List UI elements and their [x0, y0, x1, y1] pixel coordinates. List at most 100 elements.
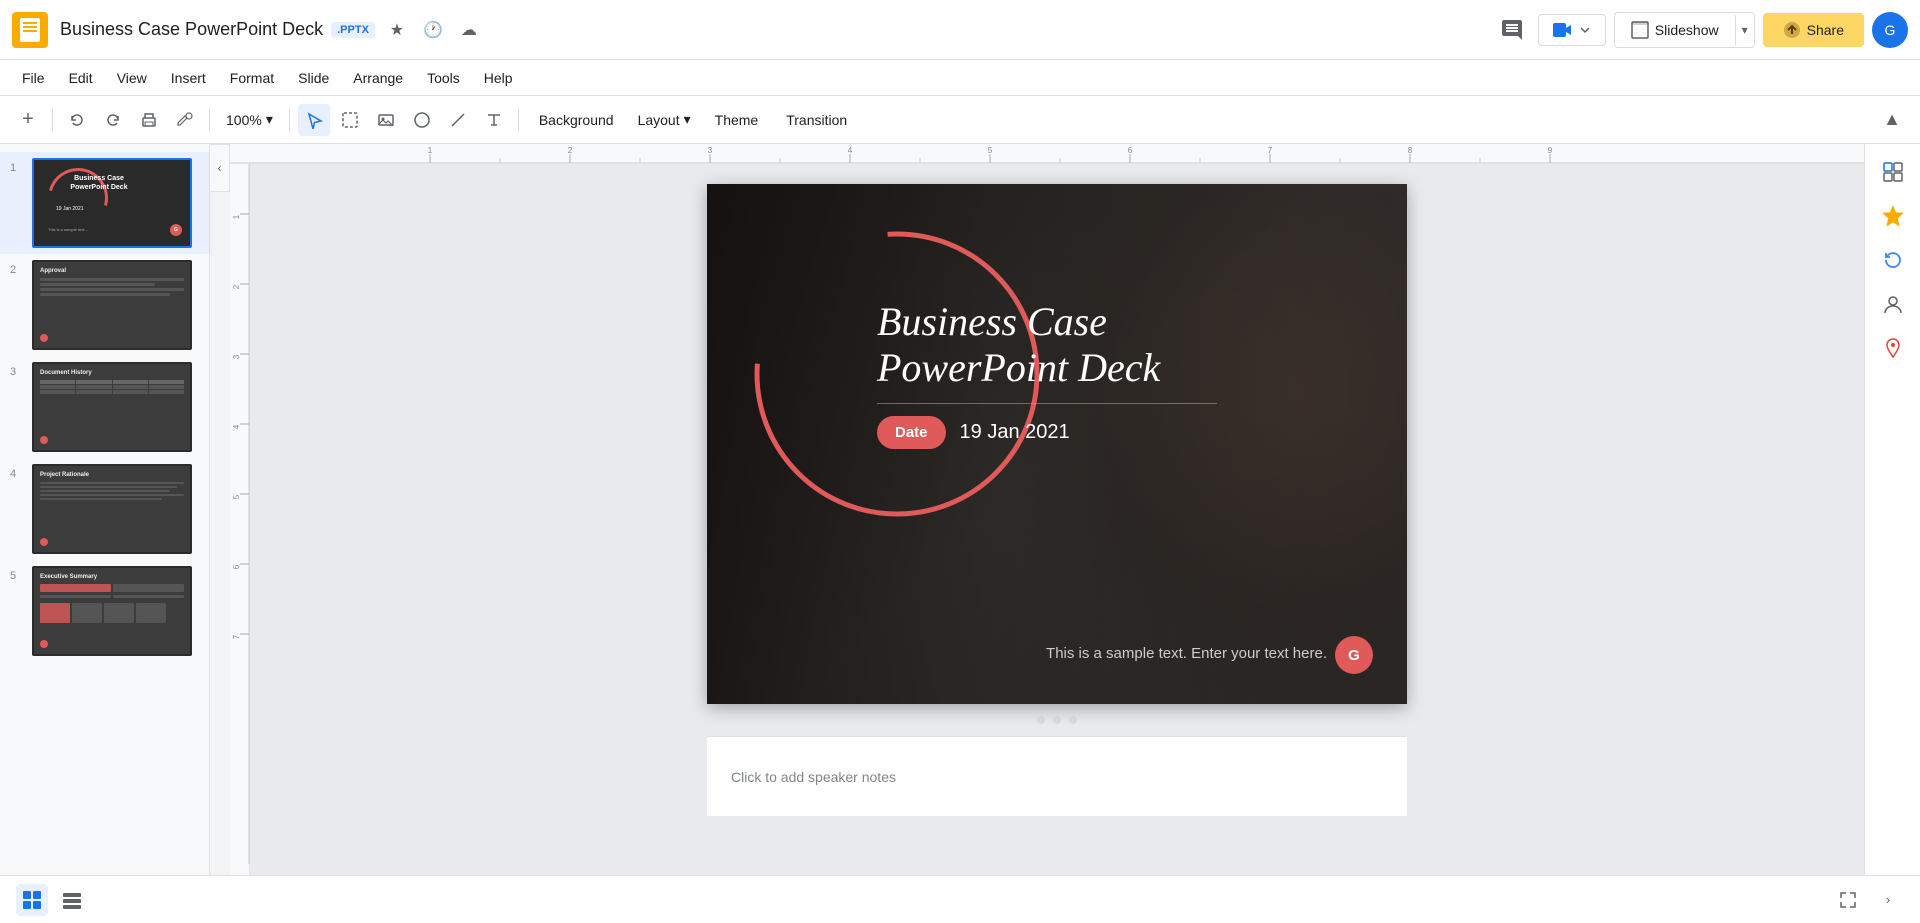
svg-text:9: 9 [1548, 146, 1553, 155]
line-tool[interactable] [442, 104, 474, 136]
image-icon [377, 111, 395, 129]
slide-thumbnail-4[interactable]: 4 Project Rationale [0, 458, 209, 560]
sample-text[interactable]: This is a sample text. Enter your text h… [1046, 645, 1327, 662]
meet-dropdown-icon [1579, 24, 1591, 36]
share-icon [1783, 21, 1801, 39]
sidebar-refresh-button[interactable] [1873, 240, 1913, 280]
slide-canvas[interactable]: Business Case PowerPoint Deck Date 19 Ja… [707, 184, 1407, 704]
paint-button[interactable] [169, 104, 201, 136]
ruler-h-svg: 1 2 3 4 5 6 7 8 9 [230, 144, 1864, 164]
menu-arrange[interactable]: Arrange [343, 66, 413, 90]
history-button[interactable]: 🕐 [419, 16, 447, 44]
date-badge: Date [877, 416, 946, 449]
share-button[interactable]: Share [1763, 13, 1864, 47]
sidebar-star-button[interactable] [1873, 196, 1913, 236]
svg-text:4: 4 [232, 424, 241, 429]
star-button[interactable]: ★ [383, 16, 411, 44]
title-right: Slideshow ▾ Share G [1494, 12, 1908, 48]
main-layout: 1 Business CasePowerPoint Deck 19 Jan 20… [0, 144, 1920, 923]
meet-icon [1553, 23, 1573, 37]
cursor-tool[interactable] [298, 104, 330, 136]
slide-preview-3: Document History [32, 362, 192, 452]
comment-avatar[interactable]: G [1335, 636, 1373, 674]
menu-format[interactable]: Format [220, 66, 284, 90]
menu-file[interactable]: File [12, 66, 55, 90]
slide-thumbnail-2[interactable]: 2 Approval [0, 254, 209, 356]
slideshow-dropdown-button[interactable]: ▾ [1735, 15, 1754, 45]
theme-button[interactable]: Theme [703, 108, 771, 132]
slide-preview-4: Project Rationale [32, 464, 192, 554]
zoom-select[interactable]: 100% ▾ [218, 107, 281, 132]
person-icon [1882, 293, 1904, 315]
sidebar-person-button[interactable] [1873, 284, 1913, 324]
slide-title-line1: Business Case [877, 299, 1217, 345]
text-tool[interactable] [478, 104, 510, 136]
panel-toggle[interactable]: ‹ [210, 144, 230, 192]
background-button[interactable]: Background [527, 108, 626, 132]
menu-tools[interactable]: Tools [417, 66, 470, 90]
map-pin-icon [1882, 337, 1904, 359]
ruler-v-svg: 1 2 3 4 5 6 7 [230, 164, 250, 864]
svg-text:3: 3 [708, 146, 713, 155]
panel-toggle-button[interactable]: › [1872, 884, 1904, 916]
notes-placeholder: Click to add speaker notes [731, 769, 896, 785]
date-row: Date 19 Jan 2021 [877, 416, 1217, 449]
menu-edit[interactable]: Edit [59, 66, 103, 90]
file-type-badge: .PPTX [331, 22, 375, 38]
menu-slide[interactable]: Slide [288, 66, 339, 90]
divider-3 [289, 108, 290, 132]
slide-dot-3 [1069, 716, 1077, 724]
svg-text:7: 7 [1268, 146, 1273, 155]
sidebar-explore-button[interactable] [1873, 152, 1913, 192]
menu-bar: File Edit View Insert Format Slide Arran… [0, 60, 1920, 96]
slideshow-main-button[interactable]: Slideshow [1615, 13, 1735, 47]
cloud-button[interactable]: ☁ [455, 16, 483, 44]
title-divider [877, 403, 1217, 404]
expand-view-button[interactable] [1832, 884, 1864, 916]
svg-text:4: 4 [848, 146, 853, 155]
comment-button[interactable] [1494, 12, 1530, 48]
list-view-icon [62, 890, 82, 910]
slide-thumbnail-5[interactable]: 5 Executive Summary [0, 560, 209, 662]
slideshow-icon [1631, 21, 1649, 39]
svg-text:8: 8 [1408, 146, 1413, 155]
view-list-button[interactable] [56, 884, 88, 916]
undo-button[interactable] [61, 104, 93, 136]
right-sidebar [1864, 144, 1920, 923]
sidebar-map-button[interactable] [1873, 328, 1913, 368]
divider-2 [209, 108, 210, 132]
grid-view-icon [22, 890, 42, 910]
svg-text:2: 2 [568, 146, 573, 155]
layout-select[interactable]: Layout ▾ [630, 107, 699, 132]
svg-text:2: 2 [232, 284, 241, 289]
slide-dots [1037, 704, 1077, 736]
title-icons: ★ 🕐 ☁ [383, 16, 483, 44]
notes-area[interactable]: Click to add speaker notes [707, 736, 1407, 816]
transition-button[interactable]: Transition [774, 108, 859, 132]
divider-1 [52, 108, 53, 132]
menu-insert[interactable]: Insert [161, 66, 216, 90]
view-grid-button[interactable] [16, 884, 48, 916]
slide-thumbnail-3[interactable]: 3 Document History [0, 356, 209, 458]
collapse-toolbar-button[interactable]: ▲ [1876, 104, 1908, 136]
slide-thumbnail-1[interactable]: 1 Business CasePowerPoint Deck 19 Jan 20… [0, 152, 209, 254]
menu-help[interactable]: Help [474, 66, 523, 90]
slide-canvas-wrapper: Business Case PowerPoint Deck Date 19 Ja… [707, 184, 1407, 816]
user-avatar[interactable]: G [1872, 12, 1908, 48]
canvas-scroll[interactable]: Business Case PowerPoint Deck Date 19 Ja… [250, 164, 1864, 923]
shape-tool[interactable] [406, 104, 438, 136]
canvas-area: 1 2 3 4 5 6 7 8 9 [230, 144, 1864, 923]
add-button[interactable]: + [12, 104, 44, 136]
meet-button[interactable] [1538, 14, 1606, 46]
image-insert-tool[interactable] [370, 104, 402, 136]
vertical-ruler: 1 2 3 4 5 6 7 [230, 164, 250, 923]
star-icon [1882, 205, 1904, 227]
slide-title-block[interactable]: Business Case PowerPoint Deck Date 19 Ja… [877, 299, 1217, 449]
app-logo [12, 12, 48, 48]
redo-button[interactable] [97, 104, 129, 136]
select-box-tool[interactable] [334, 104, 366, 136]
print-button[interactable] [133, 104, 165, 136]
slide-panel: 1 Business CasePowerPoint Deck 19 Jan 20… [0, 144, 210, 923]
menu-view[interactable]: View [107, 66, 157, 90]
redo-icon [104, 111, 122, 129]
